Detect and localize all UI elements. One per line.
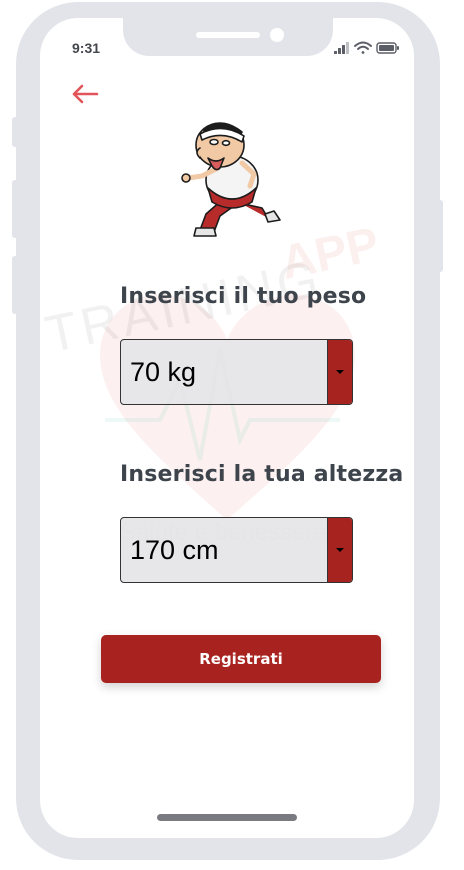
signal-icon xyxy=(334,42,349,54)
phone-volume-down-button xyxy=(12,256,18,314)
height-select[interactable]: 170 cm xyxy=(120,517,353,583)
status-icons xyxy=(334,41,399,54)
home-indicator xyxy=(157,814,297,821)
arrow-left-icon[interactable] xyxy=(70,82,100,106)
speaker-grille xyxy=(196,32,260,38)
status-time: 9:31 xyxy=(72,40,101,56)
caret-down-icon xyxy=(336,548,344,552)
weight-label: Inserisci il tuo peso xyxy=(120,284,367,309)
weight-select[interactable]: 70 kg xyxy=(120,339,353,405)
phone-side-button xyxy=(12,117,18,147)
register-button[interactable]: Registrati xyxy=(101,635,381,683)
phone-volume-up-button xyxy=(12,180,18,238)
front-camera xyxy=(270,28,284,42)
height-select-value: 170 cm xyxy=(130,534,219,565)
height-dropdown-toggle[interactable] xyxy=(327,518,352,582)
battery-icon xyxy=(376,42,399,54)
phone-power-button xyxy=(437,200,443,272)
caret-down-icon xyxy=(336,370,344,374)
running-man-illustration xyxy=(181,122,281,237)
weight-dropdown-toggle[interactable] xyxy=(327,340,352,404)
weight-select-value: 70 kg xyxy=(130,356,197,387)
wifi-icon xyxy=(354,41,372,54)
height-label: Inserisci la tua altezza xyxy=(120,462,404,487)
